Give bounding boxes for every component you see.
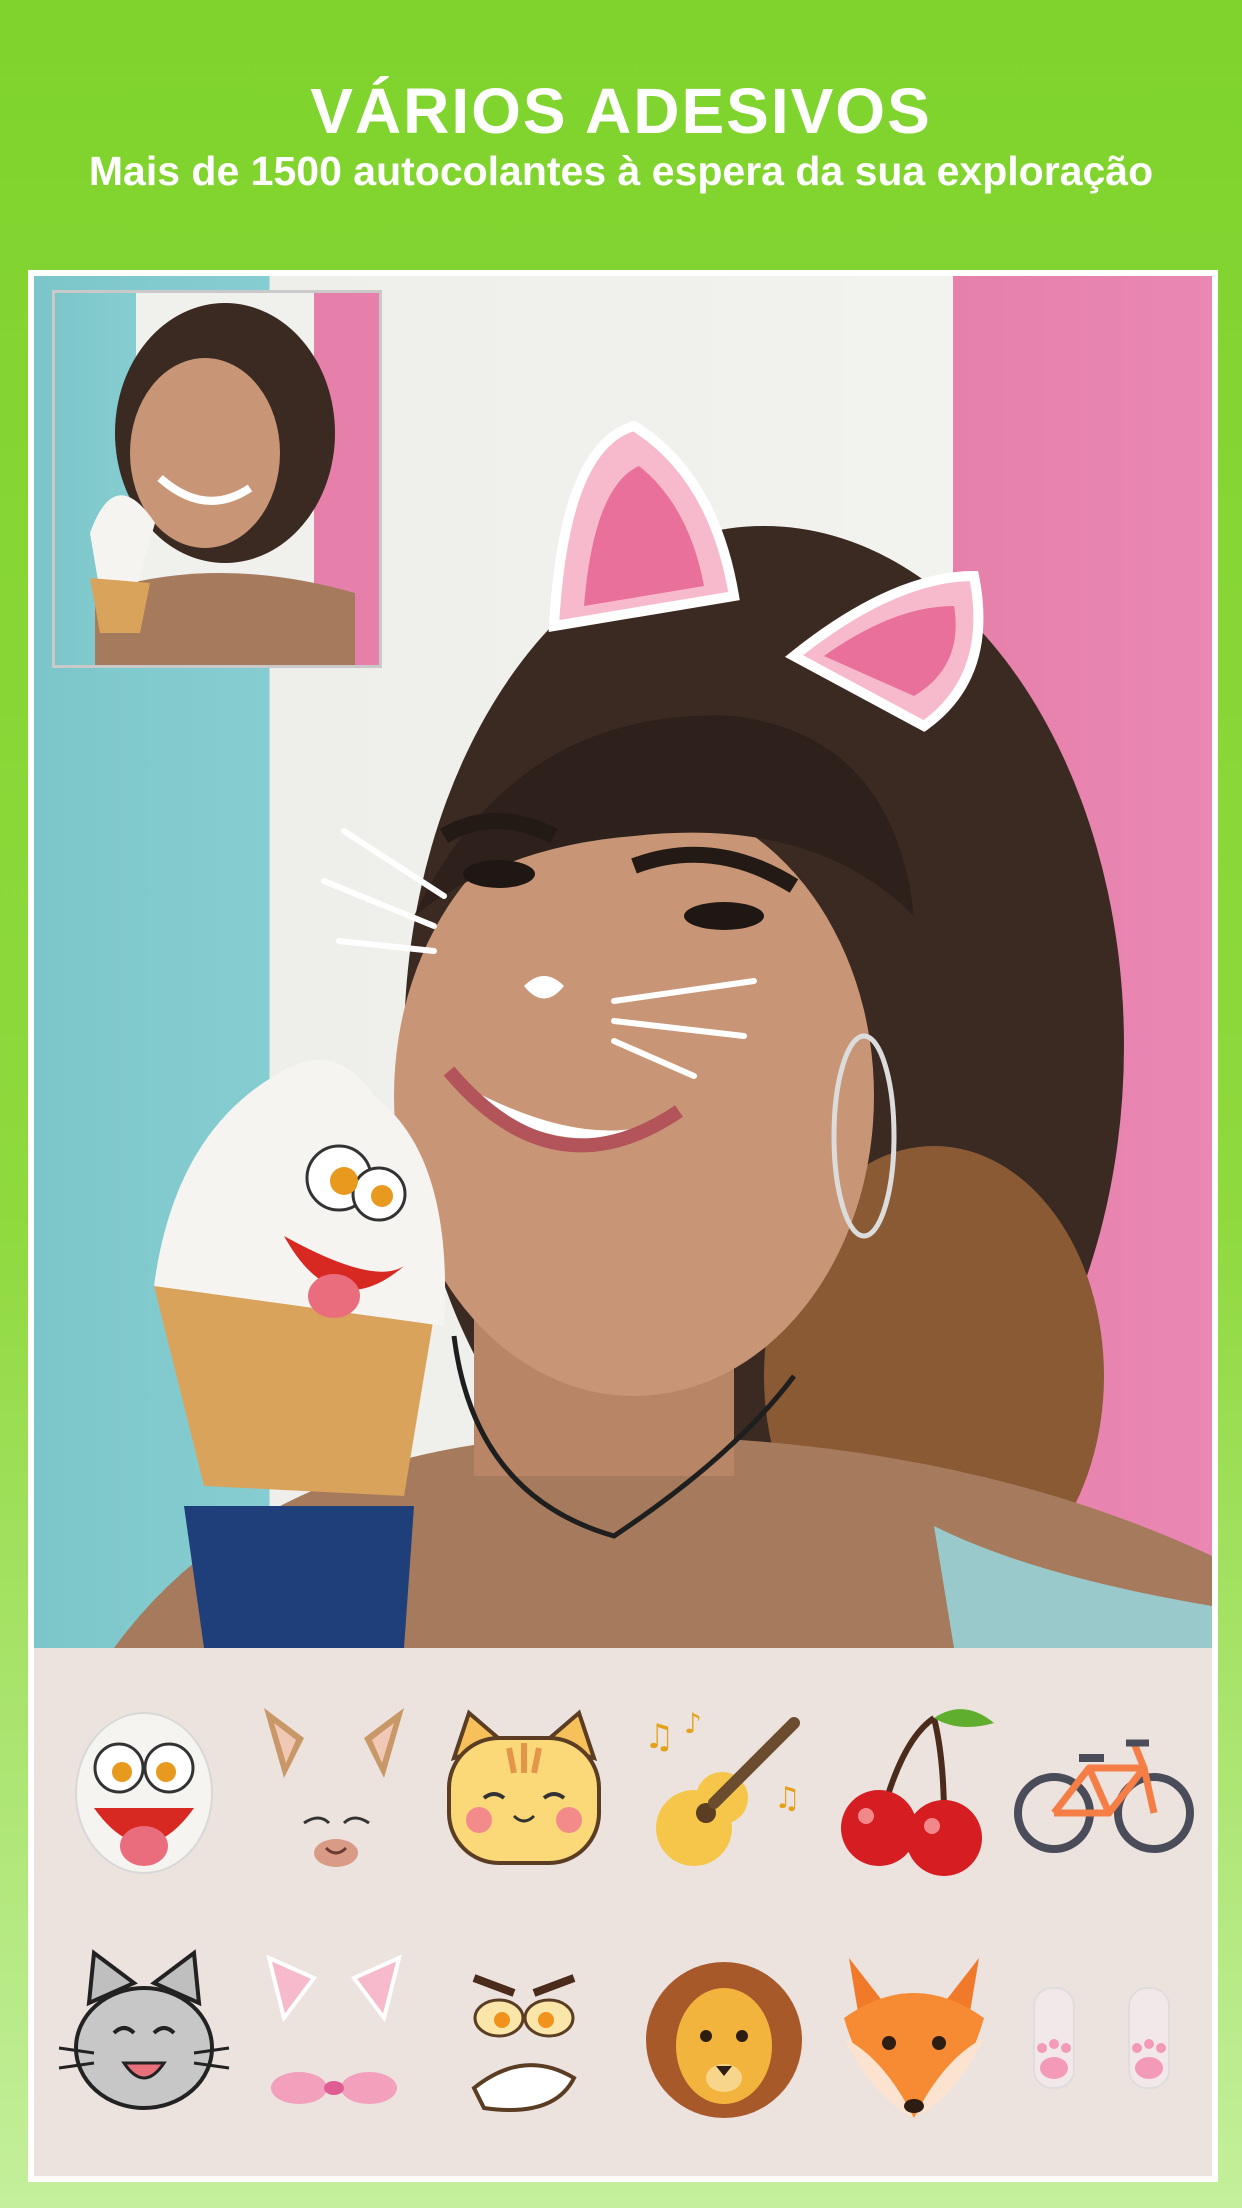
promo-header: VÁRIOS ADESIVOS Mais de 1500 autocolante… [0,0,1242,270]
left-eye [463,860,535,888]
original-photo-thumbnail[interactable] [52,290,382,668]
svg-text:♪: ♪ [684,1707,702,1740]
paws-sticker[interactable] [1014,1948,1194,2128]
svg-text:♫: ♫ [644,1717,674,1757]
thumbnail-illustration [90,303,355,665]
page-subtitle: Mais de 1500 autocolantes à espera da su… [88,148,1154,194]
cat-ears-nose-sticker[interactable] [244,1698,424,1878]
guitar-notes-sticker[interactable]: ♫ ♪ ♫ [634,1698,814,1878]
fox-sticker[interactable] [824,1948,1004,2128]
right-eye [684,902,764,930]
angry-face-sticker[interactable] [434,1948,614,2128]
goofy-face-sticker[interactable] [54,1698,234,1878]
page-title: VÁRIOS ADESIVOS [310,75,932,147]
bicycle-sticker[interactable] [1014,1698,1194,1878]
sticker-tray: ♫ ♪ ♫ [34,1648,1212,2176]
svg-text:♫: ♫ [774,1781,801,1816]
orange-cat-sticker[interactable] [434,1698,614,1878]
grey-cat-sticker[interactable] [54,1948,234,2128]
cherries-sticker[interactable] [824,1698,1004,1878]
ice-cream-with-face-sticker [154,1060,446,1648]
edited-photo [34,276,1212,1648]
lion-sticker[interactable] [634,1948,814,2128]
pink-cat-ears-sticker[interactable] [244,1948,424,2128]
preview-card: ♫ ♪ ♫ [28,270,1218,2182]
